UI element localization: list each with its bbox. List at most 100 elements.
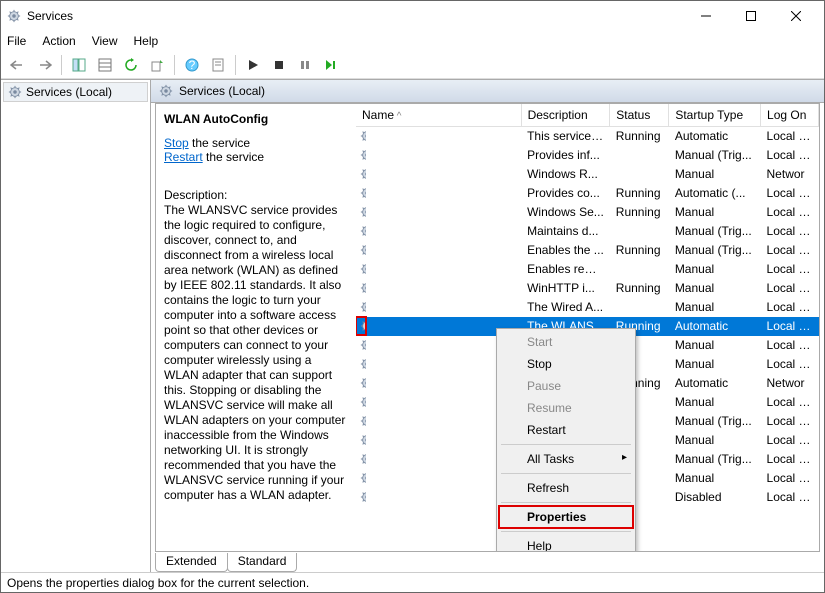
service-startup: Manual (Trig... — [669, 222, 761, 241]
service-description: Windows R... — [521, 165, 610, 184]
service-logon: Local Sy — [761, 241, 819, 260]
column-header-logon[interactable]: Log On — [761, 104, 819, 127]
gear-icon — [360, 471, 366, 485]
service-description: Enables rem... — [521, 260, 610, 279]
gear-icon — [360, 433, 366, 447]
gear-icon — [360, 300, 366, 314]
service-row[interactable]: Windows Update Medic Ser...Enables rem..… — [356, 260, 819, 279]
service-startup: Manual — [669, 431, 761, 450]
back-button[interactable] — [7, 54, 29, 76]
stop-service-button[interactable] — [268, 54, 290, 76]
right-pane-header: Services (Local) — [151, 80, 824, 103]
service-status: Running — [610, 184, 669, 203]
service-logon: Local Sy — [761, 412, 819, 431]
menu-bar: File Action View Help — [1, 31, 824, 51]
menu-file[interactable]: File — [7, 34, 26, 48]
service-status — [610, 298, 669, 317]
show-hide-tree-button[interactable] — [68, 54, 90, 76]
service-row[interactable]: Windows Security ServiceWindows Se...Run… — [356, 203, 819, 222]
view-button[interactable] — [94, 54, 116, 76]
column-header-name[interactable]: Name — [356, 104, 521, 127]
column-header-startup[interactable]: Startup Type — [669, 104, 761, 127]
service-row[interactable]: Windows SearchProvides co...RunningAutom… — [356, 184, 819, 203]
column-header-description[interactable]: Description — [521, 104, 610, 127]
service-row[interactable]: Windows Remote Manage...Windows R...Manu… — [356, 165, 819, 184]
gear-icon — [8, 85, 22, 99]
gear-icon — [360, 148, 366, 162]
service-row[interactable]: Windows PushToInstall Serv...Provides in… — [356, 146, 819, 165]
restart-service-button[interactable] — [320, 54, 342, 76]
service-row[interactable]: Windows Push Notification...This service… — [356, 127, 819, 146]
refresh-button[interactable] — [120, 54, 142, 76]
ctx-all-tasks[interactable]: All Tasks — [499, 448, 633, 470]
ctx-resume[interactable]: Resume — [499, 397, 633, 419]
ctx-refresh[interactable]: Refresh — [499, 477, 633, 499]
service-description: Enables the ... — [521, 241, 610, 260]
menu-action[interactable]: Action — [42, 34, 75, 48]
properties-button[interactable] — [207, 54, 229, 76]
service-logon: Local Se — [761, 279, 819, 298]
restart-link[interactable]: Restart — [164, 150, 203, 164]
service-startup: Manual — [669, 336, 761, 355]
service-logon: Local Se — [761, 355, 819, 374]
gear-icon — [360, 167, 366, 181]
service-status — [610, 146, 669, 165]
service-logon: Local Sy — [761, 488, 819, 507]
title-bar: Services — [1, 1, 824, 31]
service-description: WinHTTP i... — [521, 279, 610, 298]
detail-pane: WLAN AutoConfig Stop the service Restart… — [156, 104, 356, 551]
service-startup: Automatic — [669, 317, 761, 336]
service-row[interactable]: WinHTTP Web Proxy Auto-...WinHTTP i...Ru… — [356, 279, 819, 298]
service-startup: Disabled — [669, 488, 761, 507]
gear-icon — [360, 338, 366, 352]
context-menu: Start Stop Pause Resume Restart All Task… — [496, 328, 636, 552]
service-startup: Manual — [669, 279, 761, 298]
tree-item-services-local[interactable]: Services (Local) — [3, 82, 148, 102]
service-status: Running — [610, 279, 669, 298]
service-logon: Local Sy — [761, 184, 819, 203]
status-bar: Opens the properties dialog box for the … — [1, 572, 824, 592]
service-logon: Networ — [761, 165, 819, 184]
minimize-button[interactable] — [683, 2, 728, 30]
service-row[interactable]: Wired AutoConfigThe Wired A...ManualLoca… — [356, 298, 819, 317]
service-logon: Local Sy — [761, 450, 819, 469]
close-button[interactable] — [773, 2, 818, 30]
tab-standard[interactable]: Standard — [227, 553, 298, 572]
service-logon: Local Sy — [761, 203, 819, 222]
service-description: Provides co... — [521, 184, 610, 203]
ctx-properties[interactable]: Properties — [499, 506, 633, 528]
pause-service-button[interactable] — [294, 54, 316, 76]
gear-icon — [360, 281, 366, 295]
gear-icon — [360, 357, 366, 371]
service-row[interactable]: Windows TimeMaintains d...Manual (Trig..… — [356, 222, 819, 241]
service-startup: Manual (Trig... — [669, 412, 761, 431]
service-startup: Manual — [669, 165, 761, 184]
forward-button[interactable] — [33, 54, 55, 76]
ctx-pause[interactable]: Pause — [499, 375, 633, 397]
service-status — [610, 222, 669, 241]
tree-item-label: Services (Local) — [26, 85, 112, 99]
gear-icon — [360, 414, 366, 428]
menu-view[interactable]: View — [92, 34, 118, 48]
help-button[interactable]: ? — [181, 54, 203, 76]
service-startup: Automatic (... — [669, 184, 761, 203]
tab-extended[interactable]: Extended — [155, 553, 228, 572]
export-button[interactable] — [146, 54, 168, 76]
service-startup: Automatic — [669, 127, 761, 146]
ctx-start[interactable]: Start — [499, 331, 633, 353]
service-logon: Local Sy — [761, 127, 819, 146]
window-title: Services — [27, 9, 683, 23]
gear-icon — [159, 84, 173, 98]
service-startup: Manual (Trig... — [669, 241, 761, 260]
ctx-help[interactable]: Help — [499, 535, 633, 552]
maximize-button[interactable] — [728, 2, 773, 30]
service-row[interactable]: Windows UpdateEnables the ...RunningManu… — [356, 241, 819, 260]
ctx-restart[interactable]: Restart — [499, 419, 633, 441]
service-logon: Local Sy — [761, 146, 819, 165]
stop-link[interactable]: Stop — [164, 136, 189, 150]
start-service-button[interactable] — [242, 54, 264, 76]
ctx-stop[interactable]: Stop — [499, 353, 633, 375]
menu-help[interactable]: Help — [134, 34, 159, 48]
column-header-status[interactable]: Status — [610, 104, 669, 127]
service-logon: Networ — [761, 374, 819, 393]
